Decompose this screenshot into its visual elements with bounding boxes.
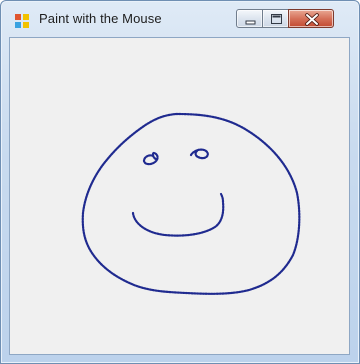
close-icon — [305, 13, 319, 26]
drawing-canvas[interactable] — [9, 37, 350, 355]
window-title: Paint with the Mouse — [39, 11, 162, 26]
minimize-icon — [245, 20, 256, 25]
maximize-icon — [271, 14, 282, 24]
maximize-button[interactable] — [262, 9, 289, 28]
right-eye-stroke — [189, 148, 209, 160]
close-button[interactable] — [288, 9, 334, 28]
left-eye-stroke — [142, 151, 159, 166]
minimize-button[interactable] — [236, 9, 263, 28]
title-bar[interactable]: Paint with the Mouse — [1, 1, 359, 37]
smile-stroke — [131, 192, 225, 237]
face-outline-stroke — [81, 112, 301, 295]
app-window: Paint with the Mouse — [0, 0, 360, 364]
app-icon — [15, 14, 29, 28]
drawing-surface — [81, 112, 301, 295]
